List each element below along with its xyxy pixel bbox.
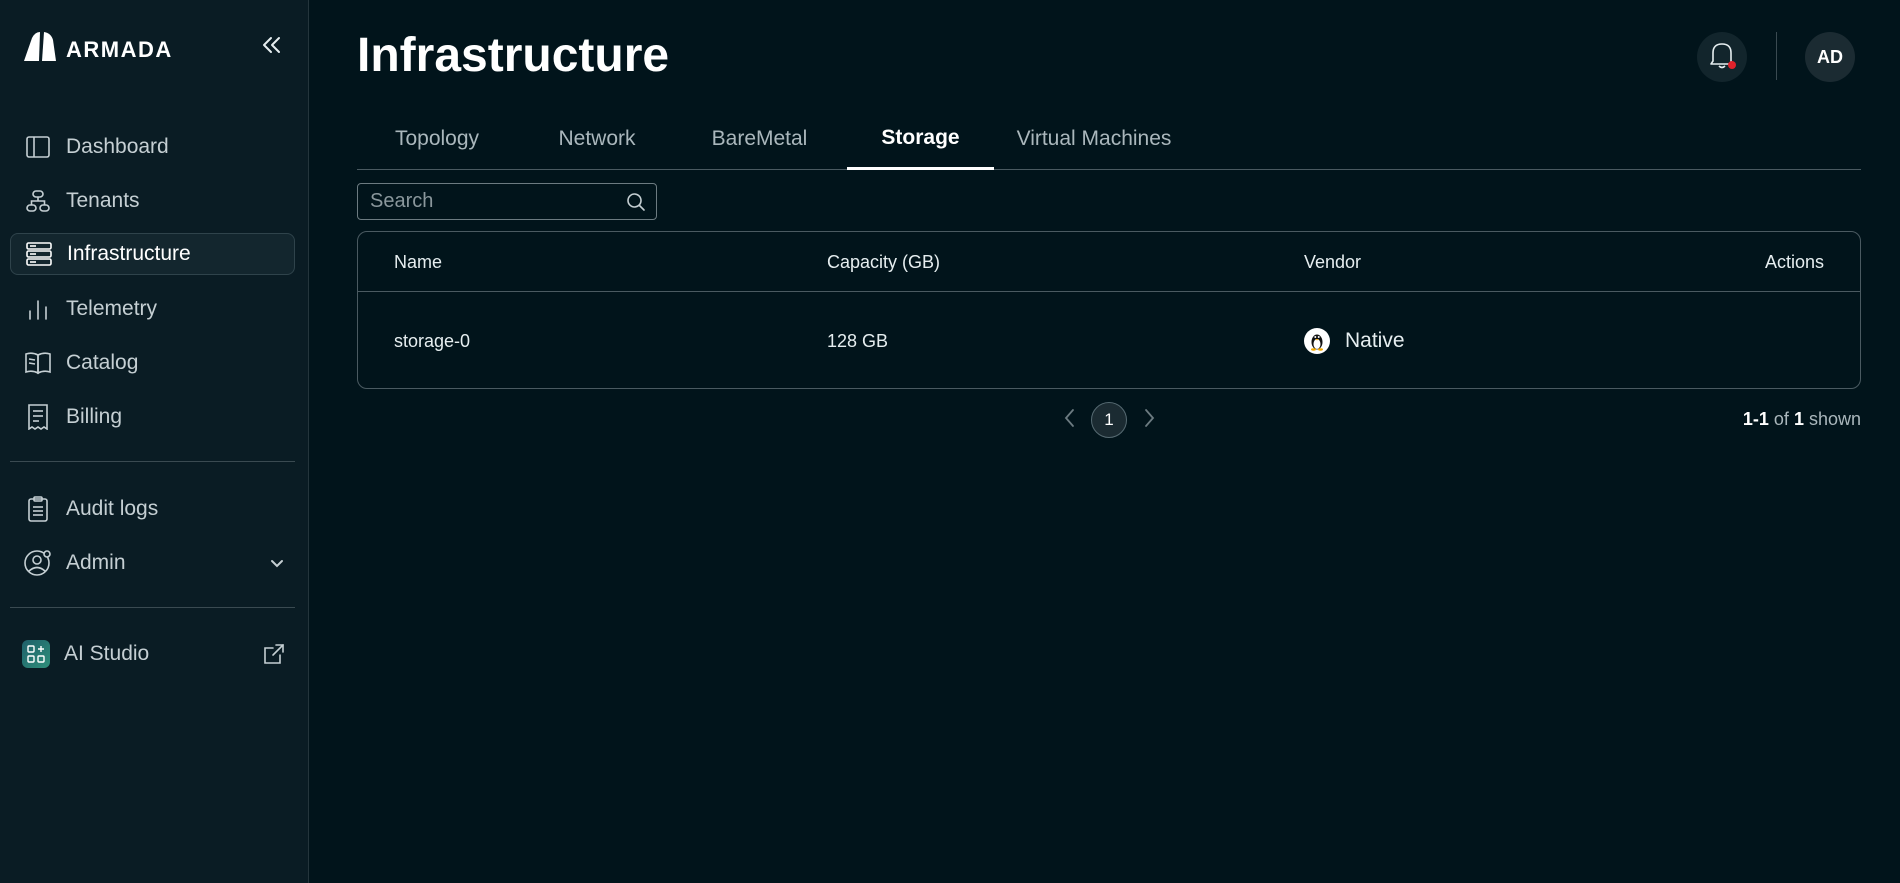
column-header-name[interactable]: Name (394, 232, 442, 292)
search-input[interactable] (358, 190, 613, 213)
sidebar-item-billing[interactable]: Billing (10, 396, 295, 438)
book-icon (24, 349, 52, 377)
page-button[interactable]: 1 (1091, 402, 1127, 438)
sidebar-item-label: Telemetry (66, 297, 158, 320)
column-header-capacity[interactable]: Capacity (GB) (827, 232, 940, 292)
layout-sidebar-icon (24, 133, 52, 161)
hierarchy-icon (24, 187, 52, 215)
collapse-sidebar-button[interactable] (257, 32, 287, 62)
sidebar-item-label: Tenants (66, 189, 140, 212)
of-label: of (1773, 409, 1789, 429)
bar-chart-icon (24, 295, 52, 323)
avatar[interactable]: AD (1805, 32, 1855, 82)
chevron-right-icon (1142, 408, 1156, 433)
tab-network[interactable]: Network (517, 108, 677, 170)
range-start: 1 (1742, 409, 1753, 429)
search-box (357, 183, 657, 220)
sidebar-item-admin[interactable]: Admin (10, 542, 295, 584)
tab-storage[interactable]: Storage (847, 108, 994, 170)
search-icon[interactable] (626, 192, 646, 217)
page-title: Infrastructure (357, 29, 670, 82)
sidebar-item-label: Dashboard (66, 135, 169, 158)
table-header: Name Capacity (GB) Vendor Actions (358, 232, 1860, 292)
sidebar-item-label: Billing (66, 405, 123, 428)
chevron-down-icon (269, 555, 285, 571)
brand-logo[interactable]: ARMADA (22, 30, 173, 69)
tab-virtual-machines[interactable]: Virtual Machines (994, 108, 1194, 170)
next-page-button[interactable] (1139, 408, 1159, 433)
range-end: 1 (1758, 409, 1769, 429)
notification-dot (1728, 61, 1736, 69)
sidebar-divider (10, 607, 295, 608)
shown-label: shown (1808, 409, 1861, 429)
double-chevron-left-icon (260, 33, 284, 62)
sidebar-item-label: Catalog (66, 351, 139, 374)
receipt-icon (24, 403, 52, 431)
apps-icon (22, 640, 50, 668)
clipboard-icon (24, 495, 52, 523)
cell-vendor: Native (1304, 293, 1405, 389)
armada-logo-icon (22, 30, 58, 69)
user-gear-icon (24, 549, 52, 577)
previous-page-button[interactable] (1060, 408, 1080, 433)
column-header-vendor[interactable]: Vendor (1304, 232, 1361, 292)
sidebar-item-label: Admin (66, 551, 126, 574)
chevron-left-icon (1063, 408, 1077, 433)
sidebar-item-label: Audit logs (66, 497, 159, 520)
sidebar: ARMADA Dashboard Tenants Infrastructure (0, 0, 309, 883)
sidebar-item-infrastructure[interactable]: Infrastructure (10, 233, 295, 275)
server-rack-icon (25, 240, 53, 268)
sidebar-item-label: Infrastructure (67, 242, 191, 265)
tab-bar: Topology Network BareMetal Storage Virtu… (357, 108, 1861, 170)
table-row[interactable]: storage-0 128 GB Native (358, 293, 1860, 389)
header-divider (1776, 32, 1777, 80)
tab-topology[interactable]: Topology (357, 108, 517, 170)
sidebar-item-tenants[interactable]: Tenants (10, 180, 295, 222)
brand-name: ARMADA (66, 36, 173, 62)
sidebar-item-catalog[interactable]: Catalog (10, 342, 295, 384)
sidebar-item-dashboard[interactable]: Dashboard (10, 126, 295, 168)
external-link-icon[interactable] (263, 643, 285, 665)
cell-capacity: 128 GB (827, 330, 889, 351)
sidebar-divider (10, 461, 295, 462)
total-count: 1 (1793, 409, 1804, 429)
cell-name: storage-0 (394, 330, 471, 351)
sidebar-item-ai-studio[interactable]: AI Studio (10, 633, 295, 675)
sidebar-item-telemetry[interactable]: Telemetry (10, 288, 295, 330)
results-count: 1-1 of 1 shown (1743, 409, 1861, 430)
sidebar-item-audit-logs[interactable]: Audit logs (10, 488, 295, 530)
sidebar-item-label: AI Studio (64, 642, 150, 665)
column-header-actions: Actions (1764, 251, 1824, 272)
vendor-name: Native (1345, 329, 1405, 352)
linux-penguin-icon (1304, 328, 1330, 354)
storage-table: Name Capacity (GB) Vendor Actions storag… (357, 231, 1861, 389)
notifications-button[interactable] (1697, 32, 1747, 82)
tab-baremetal[interactable]: BareMetal (677, 108, 842, 170)
